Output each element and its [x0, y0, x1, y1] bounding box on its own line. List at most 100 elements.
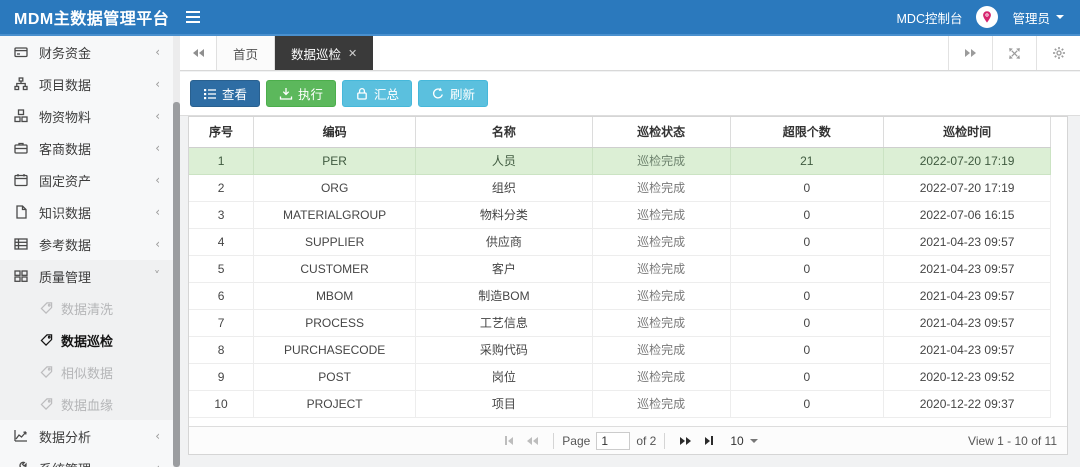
tabs-scroll-right-button[interactable] [948, 36, 992, 70]
chevron-left-icon: ‹ [155, 141, 160, 155]
table-row-2[interactable]: 3 MATERIALGROUP 物料分类 巡检完成 0 2022-07-06 16:15 [189, 201, 1052, 229]
grid-panel: 序号 编码 名称 巡检状态 超限个数 巡检时间 1 PER 人员 巡检完成 21 2022-07-2… [188, 116, 1068, 455]
sidebar-subitem-7-0[interactable]: 数据清洗 [0, 292, 180, 324]
sidebar-item-0[interactable]: 财务资金 ‹ [0, 36, 180, 68]
column-header-0[interactable]: 序号 [189, 117, 255, 148]
cell: 0 [730, 282, 884, 310]
table-row-6[interactable]: 7 PROCESS 工艺信息 巡检完成 0 2021-04-23 09:57 [189, 309, 1052, 337]
column-header-2[interactable]: 名称 [415, 117, 593, 148]
quality-icon [14, 269, 29, 284]
download-icon [279, 87, 293, 101]
tabs-settings-button[interactable] [1036, 36, 1080, 70]
table-row-7[interactable]: 8 PURCHASECODE 采购代码 巡检完成 0 2021-04-23 09:57 [189, 336, 1052, 364]
toolbar-button-0[interactable]: 查看 [190, 80, 261, 107]
table-row-9[interactable]: 10 PROJECT 项目 巡检完成 0 2020-12-22 09:37 [189, 390, 1052, 418]
tag-icon [40, 366, 53, 379]
sidebar-item-label: 客商数据 [39, 141, 92, 157]
cell: 物料分类 [415, 201, 593, 229]
cell: 0 [730, 201, 884, 229]
list-icon [203, 87, 217, 101]
pager-first-button[interactable] [498, 436, 520, 445]
next-page-icon [680, 436, 686, 445]
sidebar-item-label: 物资物料 [39, 109, 92, 125]
sidebar-subitem-label: 相似数据 [61, 365, 114, 381]
gear-icon [1052, 47, 1065, 59]
cell: 巡检完成 [592, 174, 731, 202]
toolbar-button-1[interactable]: 执行 [266, 80, 337, 107]
cell: 巡检完成 [592, 228, 731, 256]
fullscreen-button[interactable] [992, 36, 1036, 70]
tabs-scroll-left-button[interactable] [180, 36, 216, 70]
sidebar-item-1[interactable]: 项目数据 ‹ [0, 68, 180, 100]
sidebar-item-label: 固定资产 [39, 173, 92, 189]
sidebar-item-5[interactable]: 知识数据 ‹ [0, 196, 180, 228]
sidebar-scrollbar[interactable] [173, 36, 180, 467]
sidebar-subitem-7-1[interactable]: 数据巡检 [0, 324, 180, 356]
chevron-down-icon: ˅ [154, 269, 160, 283]
cell: POST [253, 363, 417, 391]
sidebar-item-7[interactable]: 质量管理 ˅ [0, 260, 180, 292]
cell: 0 [730, 336, 884, 364]
sidebar-item-label: 财务资金 [39, 45, 92, 61]
toolbar-button-label: 汇总 [374, 88, 400, 102]
pager-last-button[interactable] [698, 436, 720, 445]
sidebar-item-4[interactable]: 固定资产 ‹ [0, 164, 180, 196]
chevron-left-icon: ‹ [155, 109, 160, 123]
sidebar-item-6[interactable]: 参考数据 ‹ [0, 228, 180, 260]
cell: 21 [730, 147, 884, 175]
table-row-0[interactable]: 1 PER 人员 巡检完成 21 2022-07-20 17:19 [189, 147, 1052, 175]
chevron-left-icon: ‹ [155, 45, 160, 59]
pager-prev-button[interactable] [520, 436, 545, 445]
toolbar-button-3[interactable]: 刷新 [418, 80, 489, 107]
cell: 2022-07-06 16:15 [883, 201, 1052, 229]
mdc-console-link[interactable]: MDC控制台 [897, 8, 963, 27]
cell: 0 [730, 363, 884, 391]
table-row-3[interactable]: 4 SUPPLIER 供应商 巡检完成 0 2021-04-23 09:57 [189, 228, 1052, 256]
cell: 5 [189, 255, 255, 283]
sidebar-item-8[interactable]: 数据分析 ‹ [0, 420, 180, 452]
column-header-5[interactable]: 巡检时间 [883, 117, 1052, 148]
table-row-1[interactable]: 2 ORG 组织 巡检完成 0 2022-07-20 17:19 [189, 174, 1052, 202]
tab-0[interactable]: 首页 [216, 36, 276, 70]
sidebar-scrollbar-thumb[interactable] [173, 102, 180, 467]
sidebar-item-9[interactable]: 系统管理‹ [0, 452, 180, 467]
pager-next-button[interactable] [673, 436, 698, 445]
cell: 巡检完成 [592, 147, 731, 175]
sidebar-subitem-7-2[interactable]: 相似数据 [0, 356, 180, 388]
table-row-5[interactable]: 6 MBOM 制造BOM 巡检完成 0 2021-04-23 09:57 [189, 282, 1052, 310]
column-header-3[interactable]: 巡检状态 [592, 117, 731, 148]
analysis-icon [14, 429, 29, 444]
tab-1[interactable]: 数据巡检 ✕ [275, 36, 374, 70]
toolbar-button-2[interactable]: 汇总 [342, 80, 413, 107]
toolbar-button-label: 查看 [222, 88, 248, 102]
tab-label: 首页 [233, 47, 259, 62]
avatar[interactable] [976, 6, 999, 28]
cell: PROCESS [253, 309, 417, 337]
table-row-4[interactable]: 5 CUSTOMER 客户 巡检完成 0 2021-04-23 09:57 [189, 255, 1052, 283]
sidebar-item-3[interactable]: 客商数据 ‹ [0, 132, 180, 164]
close-icon[interactable]: ✕ [348, 47, 357, 60]
sidebar-item-label: 数据分析 [39, 429, 92, 445]
user-menu[interactable]: 管理员 [1012, 8, 1064, 27]
knowledge-icon [14, 205, 29, 220]
app-title: MDM主数据管理平台 [14, 11, 170, 28]
cell: PER [253, 147, 417, 175]
main-area: 首页 数据巡检 ✕ 查看 执行 汇总 刷新 序号 编码 名称 巡检状态 超限个数… [180, 36, 1080, 467]
page-total-label: of 2 [636, 433, 657, 448]
page-number-input[interactable] [596, 431, 631, 450]
sidebar-item-2[interactable]: 物资物料 ‹ [0, 100, 180, 132]
caret-down-icon [1056, 15, 1064, 19]
page-size-select[interactable]: 10 [730, 434, 758, 448]
column-header-4[interactable]: 超限个数 [730, 117, 884, 148]
table-row-8[interactable]: 9 POST 岗位 巡检完成 0 2020-12-23 09:52 [189, 363, 1052, 391]
tab-label: 数据巡检 [291, 47, 342, 62]
table-header-row: 序号 编码 名称 巡检状态 超限个数 巡检时间 [189, 117, 1052, 148]
project-icon [14, 77, 29, 92]
menu-toggle-button[interactable] [182, 4, 212, 30]
chevron-left-icon: ‹ [155, 77, 160, 91]
sidebar-subitem-7-3[interactable]: 数据血缘 [0, 388, 180, 420]
cell: 1 [189, 147, 255, 175]
column-header-1[interactable]: 编码 [253, 117, 417, 148]
cell: 2021-04-23 09:57 [883, 255, 1052, 283]
tag-icon [40, 302, 53, 315]
